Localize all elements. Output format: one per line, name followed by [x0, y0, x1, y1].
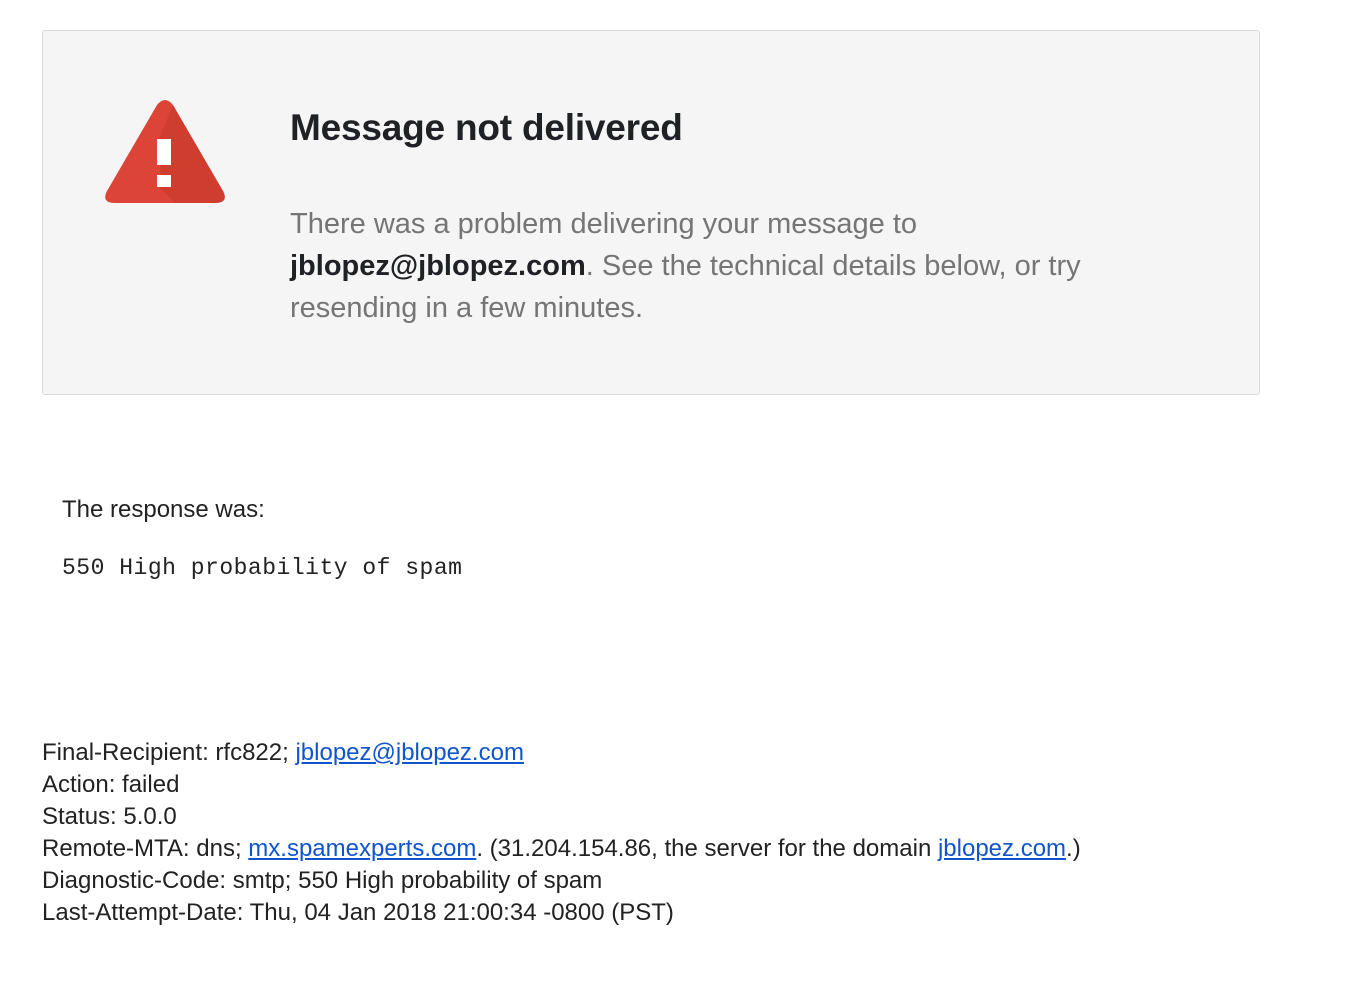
delivery-failure-banner: Message not delivered There was a proble… [42, 30, 1260, 395]
final-recipient-link[interactable]: jblopez@jblopez.com [295, 739, 523, 766]
status-line: Status: 5.0.0 [42, 803, 177, 830]
warning-triangle-icon [105, 100, 225, 203]
recipient-address: jblopez@jblopez.com [290, 250, 586, 282]
domain-link[interactable]: jblopez.com [938, 835, 1066, 862]
remote-mta-link[interactable]: mx.spamexperts.com [248, 835, 476, 862]
final-recipient-label: Final-Recipient: rfc822; [42, 739, 296, 766]
remote-mta-suffix: .) [1066, 835, 1081, 862]
action-line: Action: failed [42, 771, 180, 798]
response-label: The response was: [62, 496, 265, 523]
description-prefix: There was a problem delivering your mess… [290, 208, 918, 240]
last-attempt-date-line: Last-Attempt-Date: Thu, 04 Jan 2018 21:0… [42, 899, 674, 926]
final-recipient-line: Final-Recipient: rfc822; jblopez@jblopez… [42, 737, 1081, 769]
response-code: 550 High probability of spam [62, 555, 463, 581]
remote-mta-middle: . (31.204.154.86, the server for the dom… [476, 835, 938, 862]
technical-details: Final-Recipient: rfc822; jblopez@jblopez… [42, 737, 1081, 929]
remote-mta-prefix: Remote-MTA: dns; [42, 835, 249, 862]
page-title: Message not delivered [290, 107, 683, 148]
banner-description: There was a problem delivering your mess… [290, 203, 1170, 329]
diagnostic-code-line: Diagnostic-Code: smtp; 550 High probabil… [42, 867, 603, 894]
remote-mta-line: Remote-MTA: dns; mx.spamexperts.com. (31… [42, 833, 1081, 865]
